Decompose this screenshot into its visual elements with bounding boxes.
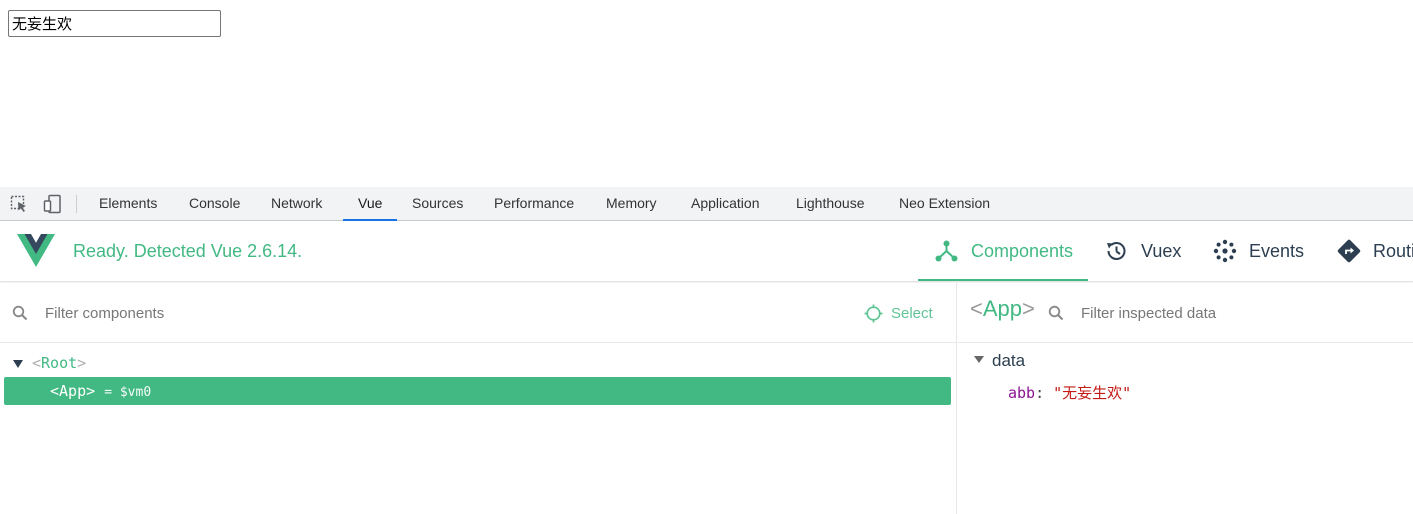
text-input[interactable] [8, 10, 221, 37]
tag-bracket: > [1022, 296, 1035, 321]
nav-events[interactable]: Events [1213, 221, 1304, 281]
toolbar-divider [76, 195, 77, 213]
components-icon [934, 239, 959, 263]
events-icon [1213, 239, 1237, 263]
tab-network[interactable]: Network [256, 187, 337, 221]
inspector-filter-bar: <App> [958, 283, 1413, 343]
routing-icon [1337, 239, 1361, 263]
nav-label: Events [1249, 240, 1305, 261]
component-name: Root [41, 354, 78, 372]
tab-vue[interactable]: Vue [343, 187, 398, 221]
tab-neo-extension[interactable]: Neo Extension [884, 187, 1005, 221]
nav-vuex[interactable]: Vuex [1104, 221, 1181, 281]
nav-routing[interactable]: Routing [1337, 221, 1413, 281]
data-section-header[interactable]: data [974, 351, 1025, 371]
tree-node-root[interactable]: <Root> [0, 349, 956, 377]
data-key: abb [1008, 384, 1036, 402]
nav-label: Vuex [1141, 240, 1182, 261]
search-icon [1048, 305, 1064, 321]
data-value: "无妄生欢" [1053, 384, 1132, 402]
tab-elements[interactable]: Elements [84, 187, 172, 221]
history-icon [1104, 239, 1129, 263]
tab-application[interactable]: Application [676, 187, 775, 221]
nav-label: Components [971, 240, 1074, 261]
device-toolbar-icon[interactable] [40, 187, 66, 221]
expand-arrow-icon[interactable] [13, 359, 23, 368]
tree-node-app-selected[interactable]: <App> = $vm0 [4, 377, 951, 405]
select-component-button[interactable]: Select [864, 301, 933, 325]
section-label: data [992, 351, 1026, 370]
status-text: Ready. Detected Vue 2.6.14. [73, 241, 303, 261]
tag-bracket: < [50, 382, 60, 400]
nav-components[interactable]: Components [918, 221, 1088, 281]
vue-logo-icon [17, 234, 55, 267]
components-filter-bar: Select [0, 283, 956, 343]
nav-label: Routing [1373, 240, 1413, 261]
devtools-panel: Elements Console Network Vue Sources Per… [0, 187, 1413, 514]
vue-devtools-header: Ready. Detected Vue 2.6.14. Components V… [0, 221, 1413, 282]
crosshair-icon [864, 304, 883, 323]
page: Elements Console Network Vue Sources Per… [0, 0, 1413, 514]
expand-arrow-icon[interactable] [974, 356, 984, 364]
inspected-component-title: <App> [970, 296, 1035, 322]
component-name: App [982, 296, 1023, 321]
key-colon: : [1035, 384, 1045, 402]
tag-bracket: < [32, 354, 42, 372]
filter-components-input[interactable] [45, 301, 445, 325]
tab-performance[interactable]: Performance [479, 187, 589, 221]
select-label: Select [891, 304, 933, 322]
tab-memory[interactable]: Memory [591, 187, 672, 221]
devtools-tabbar: Elements Console Network Vue Sources Per… [0, 187, 1413, 221]
tag-bracket: < [970, 296, 983, 321]
filter-inspected-data-input[interactable] [1081, 301, 1401, 325]
tab-console[interactable]: Console [174, 187, 255, 221]
tab-sources[interactable]: Sources [397, 187, 478, 221]
search-icon [12, 305, 28, 321]
vm-reference: = $vm0 [104, 385, 152, 400]
tab-lighthouse[interactable]: Lighthouse [781, 187, 880, 221]
inspect-element-icon[interactable] [6, 187, 32, 221]
data-entry[interactable]: abb: "无妄生欢" [1008, 382, 1131, 403]
inspector-pane: <App> data abb: "无妄生欢" [958, 283, 1413, 514]
component-name: App [59, 382, 87, 400]
tag-bracket: > [86, 382, 96, 400]
components-pane: Select <Root> <App> = $vm0 [0, 283, 957, 514]
tag-bracket: > [77, 354, 87, 372]
